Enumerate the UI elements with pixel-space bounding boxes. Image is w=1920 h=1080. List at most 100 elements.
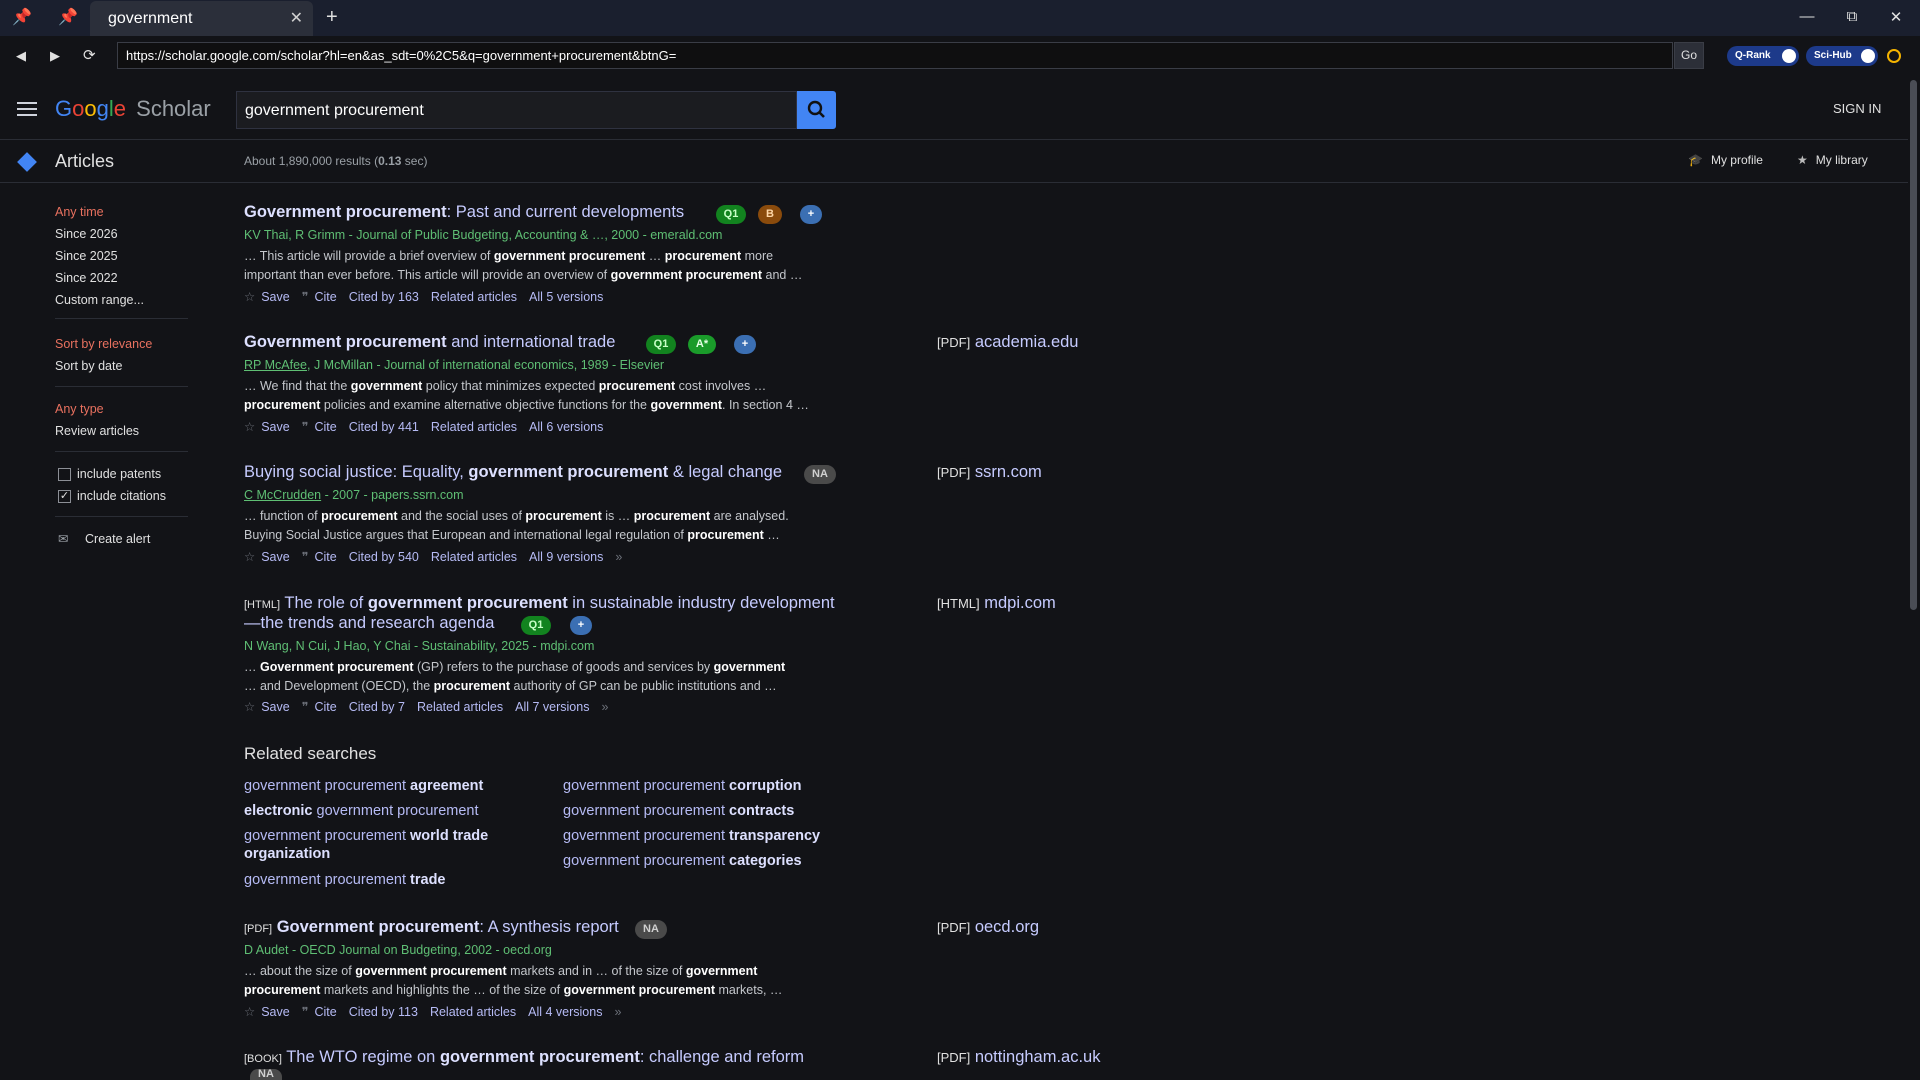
full-text-link[interactable]: [PDF] oecd.org [937,918,1039,937]
result-title-line2[interactable]: —the trends and research agenda [244,614,494,633]
pin-icon[interactable]: 📌 [12,8,32,28]
filter-since-2026[interactable]: Since 2026 [55,227,118,241]
result-title[interactable]: [HTML] The role of government procuremen… [244,594,835,613]
cited-by-link[interactable]: Cited by 113 [349,1005,418,1019]
snip: markets and highlights the … of the size… [320,983,564,997]
search-button[interactable] [797,91,836,129]
filter-since-2025[interactable]: Since 2025 [55,249,118,263]
address-bar[interactable]: https://scholar.google.com/scholar?hl=en… [117,42,1673,69]
double-chevron-icon[interactable]: » [601,700,608,714]
related-search-link[interactable]: government procurement corruption [563,778,802,794]
result-authors: N Wang, N Cui, J Hao, Y Chai - Sustainab… [244,639,595,653]
full-text-link[interactable]: [PDF] academia.edu [937,333,1079,352]
related-search-link[interactable]: electronic government procurement [244,803,479,819]
my-profile-link[interactable]: 🎓 My profile [1688,153,1763,167]
double-chevron-icon[interactable]: » [615,550,622,564]
filter-any-time[interactable]: Any time [55,205,104,219]
create-alert-link[interactable]: Create alert [85,532,150,546]
filter-any-type[interactable]: Any type [55,402,104,416]
snip-bold: government procurement [355,964,507,978]
filter-review-articles[interactable]: Review articles [55,424,139,438]
scihub-toggle[interactable]: Sci-Hub [1806,46,1878,66]
snip-bold: government [685,964,758,978]
related-search-link[interactable]: government procurement agreement [244,778,483,794]
add-tag-button[interactable]: + [800,205,822,224]
pin-icon-2[interactable]: 📌 [58,8,78,28]
cite-link[interactable]: Cite [314,420,336,434]
search-input[interactable]: government procurement [236,91,797,129]
cited-by-link[interactable]: Cited by 163 [349,290,419,304]
sort-by-date[interactable]: Sort by date [55,359,122,373]
cite-link[interactable]: Cite [314,1005,336,1019]
back-icon[interactable]: ◀ [16,48,26,64]
related-search-link[interactable]: government procurement transparency [563,828,820,844]
save-link[interactable]: Save [261,420,290,434]
versions-link[interactable]: All 9 versions [529,550,603,564]
result-count-tail: sec) [401,154,428,168]
result-title[interactable]: Government procurement: Past and current… [244,203,684,222]
full-text-link[interactable]: [PDF] ssrn.com [937,463,1042,482]
add-tag-button[interactable]: + [570,616,592,635]
sign-in-link[interactable]: SIGN IN [1833,101,1881,116]
result-authors: C McCrudden - 2007 - papers.ssrn.com [244,488,464,502]
versions-link[interactable]: All 4 versions [528,1005,602,1019]
restore-icon[interactable]: ⧉ [1842,8,1862,25]
forward-icon[interactable]: ▶ [50,48,60,64]
snip-bold: procurement [633,509,711,523]
my-library-link[interactable]: ★ My library [1797,153,1868,167]
include-patents-checkbox[interactable] [58,468,71,481]
page-scrollbar-thumb[interactable] [1910,80,1917,610]
cited-by-link[interactable]: Cited by 7 [349,700,405,714]
related-articles-link[interactable]: Related articles [431,550,517,564]
minimize-icon[interactable]: — [1797,8,1817,25]
result-title[interactable]: [PDF] Government procurement: A synthesi… [244,918,619,937]
browser-tab[interactable]: government ✕ [90,1,313,36]
close-window-icon[interactable]: ✕ [1886,8,1906,26]
sort-by-relevance[interactable]: Sort by relevance [55,337,152,351]
save-link[interactable]: Save [261,1005,290,1019]
versions-link[interactable]: All 6 versions [529,420,603,434]
related-search-link[interactable]: government procurement categories [563,853,802,869]
related-search-link-cont[interactable]: organization [244,846,330,862]
related-articles-link[interactable]: Related articles [431,420,517,434]
full-text-link[interactable]: [PDF] nottingham.ac.uk [937,1048,1101,1067]
save-link[interactable]: Save [261,550,290,564]
go-button[interactable]: Go [1674,42,1704,69]
snip-bold: procurement [321,509,398,523]
snip: … [244,660,260,674]
author-link[interactable]: RP McAfee [244,358,307,372]
tab-close-icon[interactable]: ✕ [290,8,303,28]
google-scholar-logo[interactable]: Google Scholar [55,96,211,122]
save-link[interactable]: Save [261,290,290,304]
add-tag-button[interactable]: + [734,335,756,354]
new-tab-button[interactable]: + [326,6,338,29]
related-articles-link[interactable]: Related articles [417,700,503,714]
related-search-link[interactable]: government procurement contracts [563,803,794,819]
cite-link[interactable]: Cite [314,700,336,714]
cited-by-link[interactable]: Cited by 441 [349,420,419,434]
menu-icon[interactable] [17,102,37,120]
full-text-link[interactable]: [HTML] mdpi.com [937,594,1056,613]
result-title[interactable]: Buying social justice: Equality, governm… [244,463,782,482]
cite-link[interactable]: Cite [314,550,336,564]
result-title[interactable]: Government procurement and international… [244,333,615,352]
double-chevron-icon[interactable]: » [614,1005,621,1019]
filter-since-2022[interactable]: Since 2022 [55,271,118,285]
reload-icon[interactable]: ⟳ [83,46,96,64]
versions-link[interactable]: All 7 versions [515,700,589,714]
related-articles-link[interactable]: Related articles [430,1005,516,1019]
related-search-link[interactable]: government procurement trade [244,872,446,888]
extension-ring-icon[interactable] [1887,49,1901,63]
filter-custom-range[interactable]: Custom range... [55,293,144,307]
qrank-toggle[interactable]: Q-Rank [1727,46,1799,66]
cite-link[interactable]: Cite [314,290,336,304]
save-link[interactable]: Save [261,700,290,714]
result-title[interactable]: [BOOK] The WTO regime on government proc… [244,1048,804,1067]
cited-by-link[interactable]: Cited by 540 [349,550,419,564]
author-link[interactable]: C McCrudden [244,488,321,502]
related-search-link[interactable]: government procurement world trade [244,828,488,844]
include-citations-checkbox[interactable]: ✓ [58,490,71,503]
title-pre: The role of [284,594,368,612]
related-articles-link[interactable]: Related articles [431,290,517,304]
versions-link[interactable]: All 5 versions [529,290,603,304]
